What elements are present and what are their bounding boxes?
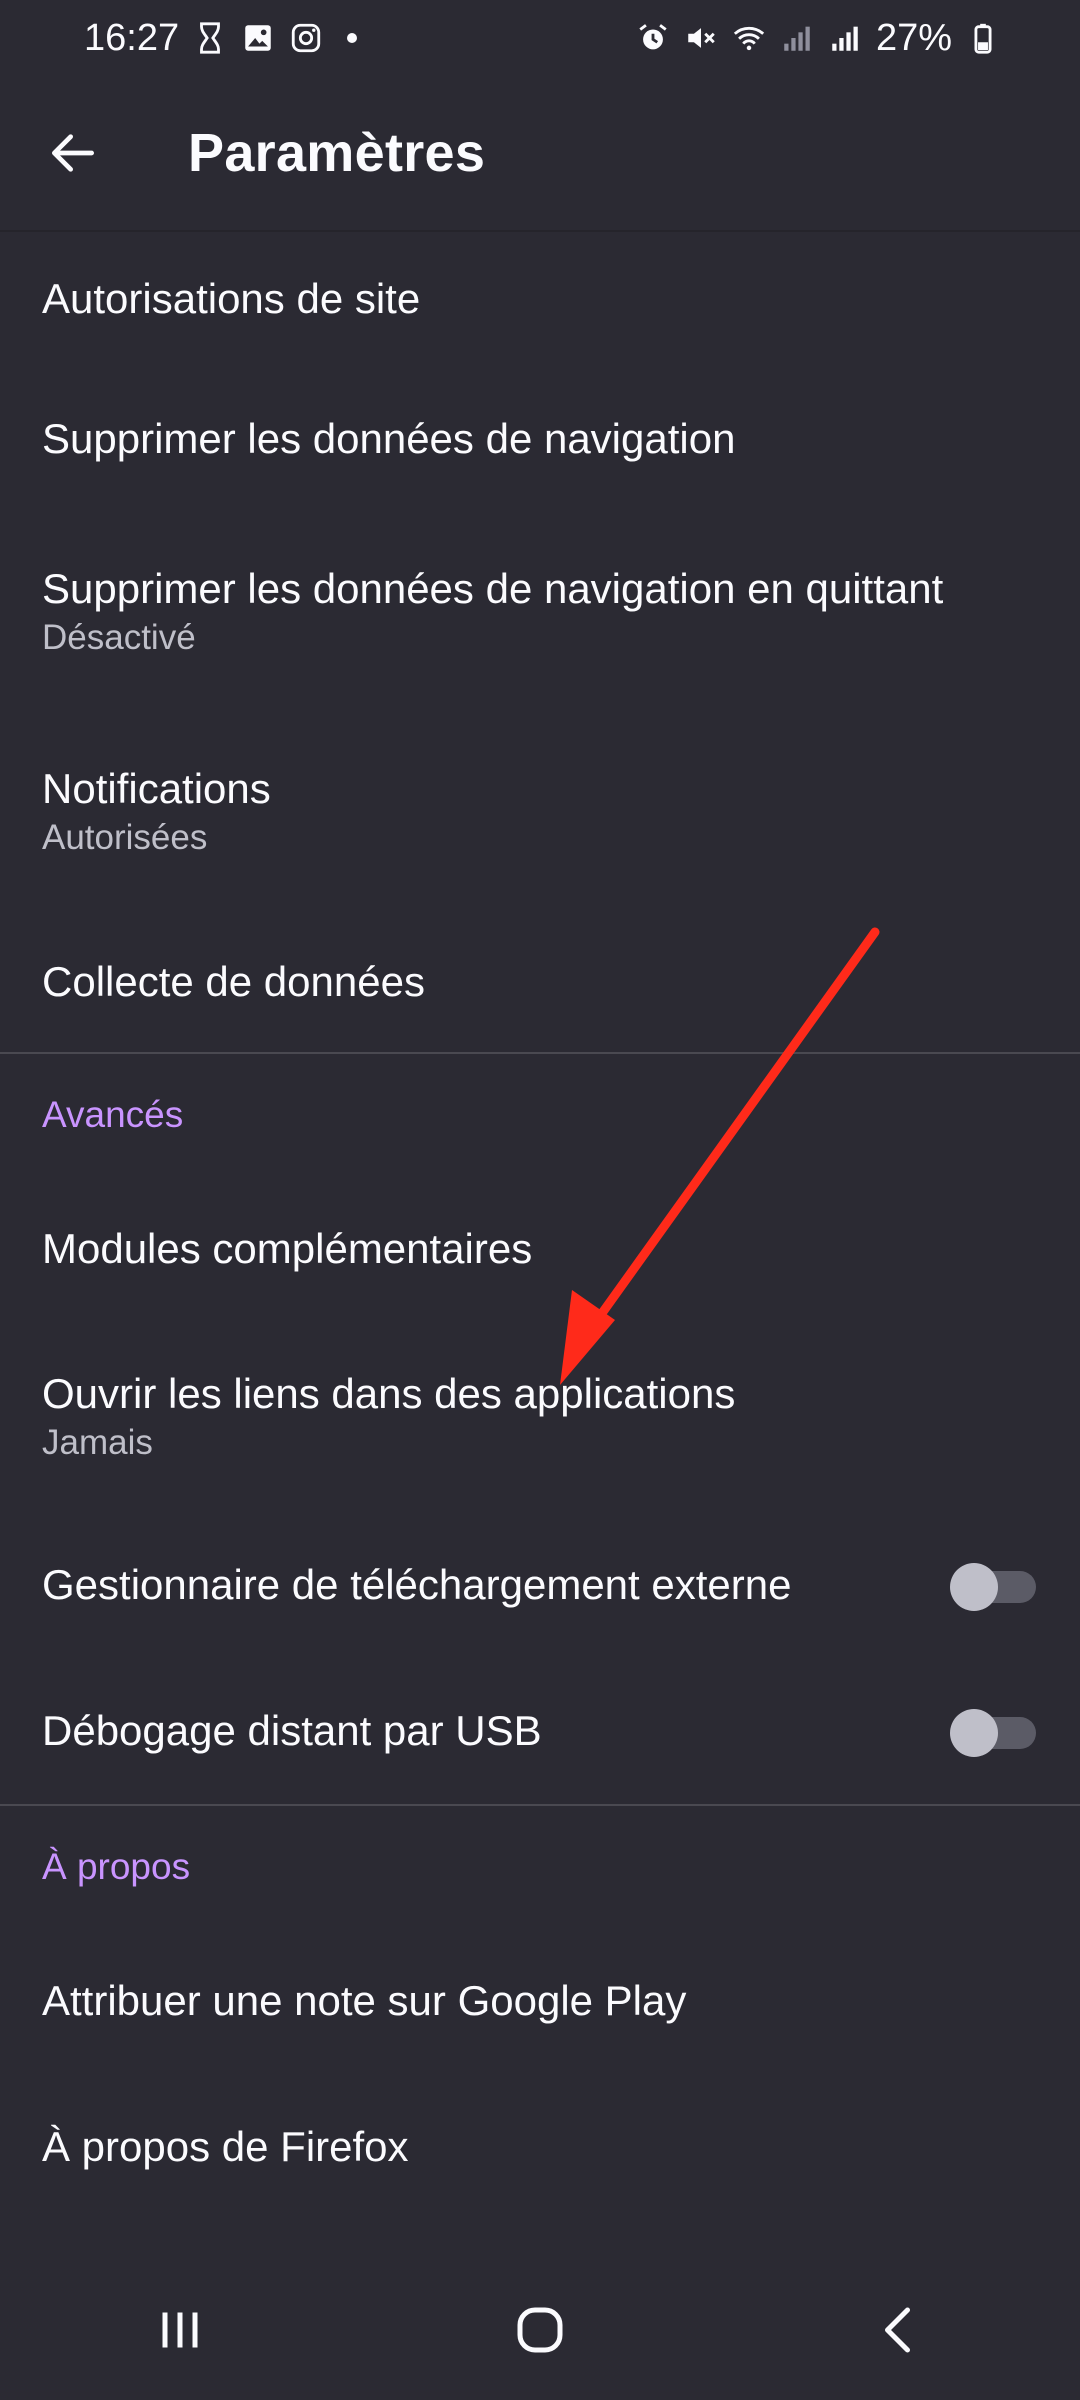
- alarm-icon: [636, 21, 670, 55]
- setting-label: Autorisations de site: [42, 275, 421, 322]
- setting-open-links-in-apps[interactable]: Ouvrir les liens dans des applications J…: [0, 1322, 1080, 1512]
- setting-delete-browsing-data[interactable]: Supprimer les données de navigation: [0, 366, 1080, 512]
- recent-apps-button[interactable]: [100, 2270, 260, 2390]
- settings-list: Autorisations de site Supprimer les donn…: [0, 232, 1080, 2220]
- battery-icon: [966, 21, 1000, 55]
- setting-notifications[interactable]: Notifications Autorisées: [0, 712, 1080, 912]
- external-download-toggle[interactable]: [948, 1555, 1038, 1615]
- setting-delete-on-quit[interactable]: Supprimer les données de navigation en q…: [0, 512, 1080, 712]
- section-header-advanced: Avancés: [42, 1094, 184, 1135]
- nav-back-button[interactable]: [820, 2270, 980, 2390]
- status-bar-right: 27%: [636, 17, 1000, 60]
- image-icon: [241, 21, 275, 55]
- signal-icon: [828, 21, 862, 55]
- remote-debug-toggle[interactable]: [948, 1701, 1038, 1761]
- home-icon: [517, 2307, 563, 2353]
- setting-label: Débogage distant par USB: [42, 1707, 542, 1754]
- arrow-left-icon: [52, 134, 94, 172]
- setting-addons[interactable]: Modules complémentaires: [0, 1176, 1080, 1322]
- toggle-thumb: [950, 1563, 998, 1611]
- setting-label: À propos de Firefox: [42, 2123, 409, 2170]
- toggle-thumb: [950, 1709, 998, 1757]
- system-nav-bar: [0, 2260, 1080, 2400]
- section-header-about: À propos: [42, 1846, 191, 1887]
- setting-remote-debugging-usb[interactable]: Débogage distant par USB: [0, 1658, 1080, 1804]
- setting-label: Ouvrir les liens dans des applications: [42, 1370, 736, 1417]
- status-bar-left: 16:27: [84, 16, 358, 60]
- signal-weak-icon: [780, 21, 814, 55]
- setting-label: Supprimer les données de navigation en q…: [42, 565, 944, 612]
- battery-percent: 27%: [875, 16, 952, 59]
- instagram-icon: [289, 21, 323, 55]
- setting-label: Supprimer les données de navigation: [42, 415, 736, 462]
- setting-summary: Désactivé: [42, 618, 196, 657]
- setting-external-download-manager[interactable]: Gestionnaire de téléchargement externe: [0, 1512, 1080, 1658]
- chevron-left-icon: [885, 2307, 910, 2353]
- setting-label: Collecte de données: [42, 958, 425, 1005]
- back-button[interactable]: [0, 75, 146, 231]
- setting-data-collection[interactable]: Collecte de données: [0, 912, 1080, 1052]
- setting-label: Modules complémentaires: [42, 1225, 533, 1272]
- setting-site-permissions[interactable]: Autorisations de site: [0, 232, 1080, 366]
- setting-rate-google-play[interactable]: Attribuer une note sur Google Play: [0, 1928, 1080, 2074]
- setting-summary: Autorisées: [42, 818, 208, 857]
- setting-label: Notifications: [42, 765, 271, 812]
- recent-apps-icon: [162, 2312, 198, 2348]
- page-title: Paramètres: [188, 123, 486, 183]
- setting-label: Gestionnaire de téléchargement externe: [42, 1561, 792, 1608]
- setting-label: Attribuer une note sur Google Play: [42, 1977, 687, 2024]
- wifi-icon: [732, 21, 766, 55]
- status-bar: 16:27 27%: [0, 0, 1080, 76]
- status-time: 16:27: [84, 16, 180, 59]
- setting-summary: Jamais: [42, 1423, 153, 1462]
- app-bar: Paramètres: [0, 76, 1080, 232]
- setting-about-firefox[interactable]: À propos de Firefox: [0, 2074, 1080, 2220]
- notification-dot-icon: [347, 33, 358, 43]
- mute-icon: [684, 21, 718, 55]
- home-button[interactable]: [460, 2270, 620, 2390]
- hourglass-icon: [193, 21, 227, 55]
